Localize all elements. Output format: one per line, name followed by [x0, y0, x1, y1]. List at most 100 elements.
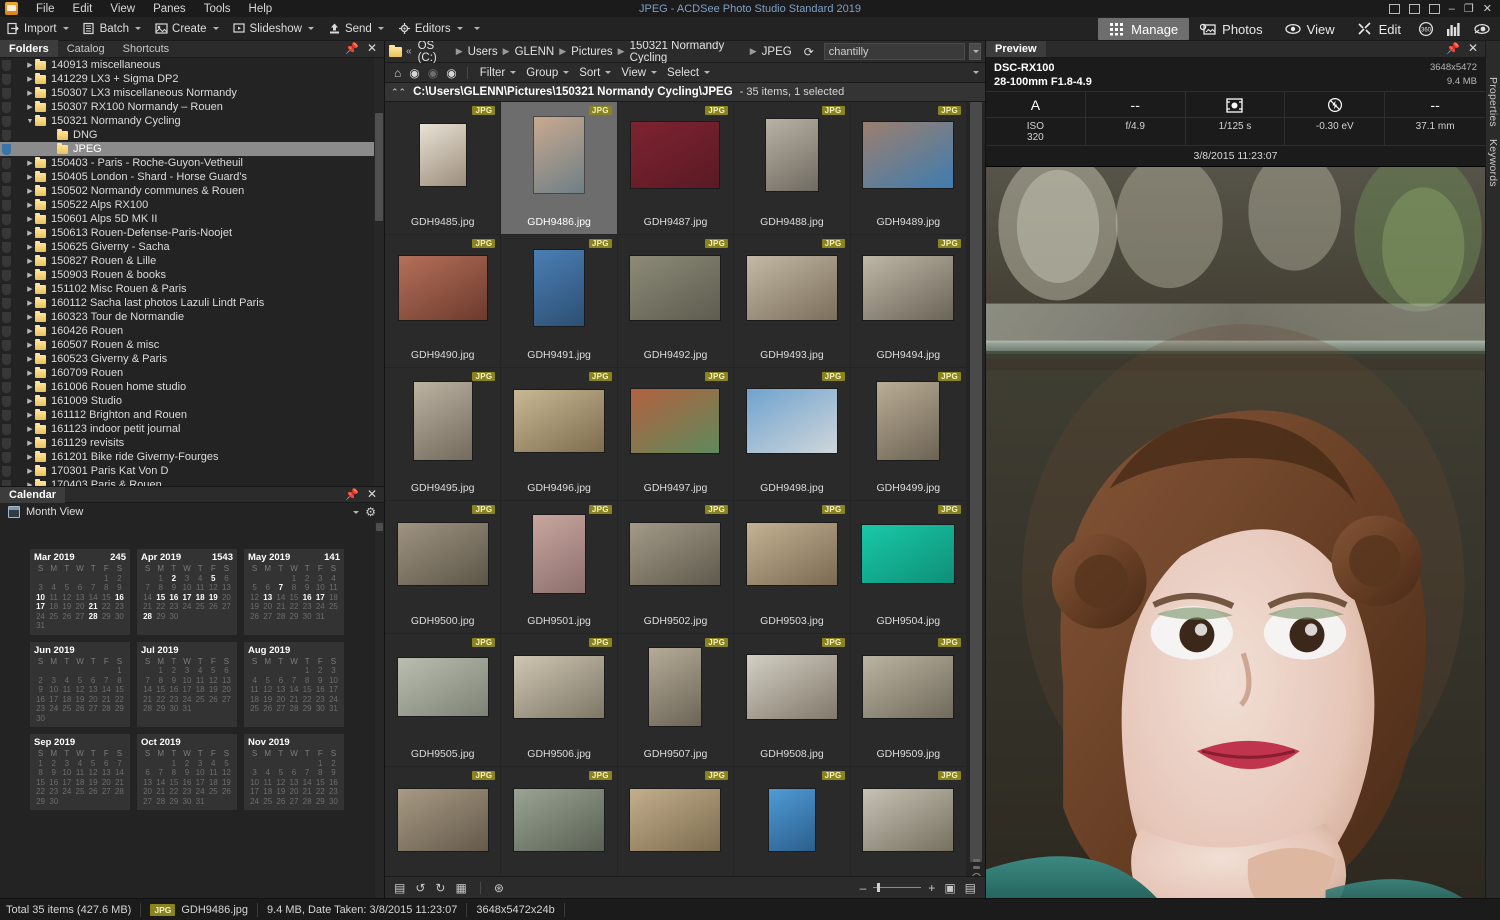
calendar-day[interactable]: 30	[314, 704, 327, 714]
thumbnail-image[interactable]	[628, 243, 722, 333]
thumbnail-cell[interactable]: JPG	[618, 767, 734, 876]
calendar-day[interactable]: 5	[207, 574, 220, 584]
chevron-down-icon[interactable]	[135, 27, 141, 30]
develop-icon[interactable]	[1468, 19, 1496, 39]
chevron-right-icon[interactable]: ▶	[25, 159, 35, 167]
thumbnail-cell[interactable]: JPGGDH9502.jpg	[618, 501, 734, 634]
chevron-right-icon[interactable]: ▶	[25, 229, 35, 237]
tab-preview[interactable]: Preview	[986, 40, 1046, 57]
calendar-day[interactable]: 26	[274, 797, 287, 807]
calendar-day[interactable]: 12	[274, 778, 287, 788]
calendar-day[interactable]: 22	[154, 602, 167, 612]
folder-row[interactable]: ▶150625 Giverny - Sacha	[0, 240, 374, 254]
calendar-day[interactable]: 3	[314, 574, 327, 584]
calendar-day[interactable]: 15	[34, 778, 47, 788]
folder-row[interactable]: ▶160523 Giverny & Paris	[0, 352, 374, 366]
thumbnail-image[interactable]	[396, 376, 490, 466]
close-button[interactable]: ✕	[1483, 2, 1492, 15]
calendar-day[interactable]: 24	[180, 695, 193, 705]
breadcrumb[interactable]: OS (C:)▶Users▶GLENN▶Pictures▶150321 Norm…	[416, 39, 794, 65]
folder-row[interactable]: ▶140913 miscellaneous	[0, 58, 374, 72]
grid-scrollbar-handle[interactable]	[970, 847, 982, 876]
rotate-right-icon[interactable]: ↻	[433, 881, 447, 895]
thumbnail-image[interactable]	[745, 376, 839, 466]
calendar-day[interactable]: 29	[34, 797, 47, 807]
thumbnail-image[interactable]	[861, 243, 955, 333]
calendar-view-caret[interactable]	[353, 511, 359, 514]
calendar-day[interactable]: 18	[47, 602, 60, 612]
calendar-day[interactable]: 27	[274, 704, 287, 714]
calendar-day[interactable]: 13	[141, 778, 154, 788]
calendar-close-icon[interactable]: ✕	[367, 489, 377, 500]
preview-pin-icon[interactable]: 📌	[1446, 42, 1460, 55]
calendar-day[interactable]: 22	[113, 695, 126, 705]
calendar-day[interactable]: 9	[301, 583, 314, 593]
calendar-day[interactable]: 27	[287, 797, 300, 807]
pin-icon[interactable]: 📌	[345, 42, 359, 55]
calendar-day[interactable]: 7	[301, 768, 314, 778]
thumbnail-grid[interactable]: JPGGDH9485.jpgJPGGDH9486.jpgJPGGDH9487.j…	[385, 102, 967, 876]
grid-scrollbar-track[interactable]	[970, 102, 982, 862]
calendar-day[interactable]: 25	[47, 612, 60, 622]
folder-row[interactable]: DNG	[0, 128, 374, 142]
calendar-month[interactable]: Jun 2019SMTWTFS1234567891011121314151617…	[30, 642, 130, 728]
calendar-day[interactable]: 16	[113, 593, 126, 603]
calendar-day[interactable]: 23	[180, 787, 193, 797]
breadcrumb-item[interactable]: 150321 Normandy Cycling	[628, 39, 747, 65]
calendar-view-selector[interactable]: Month View ⚙	[0, 503, 384, 521]
folder-row[interactable]: ▶150522 Alps RX100	[0, 198, 374, 212]
chevron-right-icon[interactable]: ▶	[25, 215, 35, 223]
calendar-day[interactable]: 16	[34, 695, 47, 705]
calendar-day[interactable]: 6	[261, 583, 274, 593]
calendar-day[interactable]: 22	[287, 602, 300, 612]
folder-row[interactable]: ▶150903 Rouen & books	[0, 268, 374, 282]
layout-icon-2[interactable]	[1409, 4, 1420, 14]
menu-edit[interactable]: Edit	[65, 2, 101, 16]
calendar-day[interactable]: 20	[274, 695, 287, 705]
folder-row[interactable]: ▶141229 LX3 + Sigma DP2	[0, 72, 374, 86]
calendar-day[interactable]: 19	[248, 602, 261, 612]
calendar-day[interactable]: 27	[220, 602, 233, 612]
calendar-settings-icon[interactable]: ⚙	[365, 505, 376, 519]
calendar-day[interactable]: 30	[180, 797, 193, 807]
calendar-day[interactable]: 13	[87, 685, 100, 695]
folder-row[interactable]: ▶170403 Paris & Rouen	[0, 478, 374, 486]
calendar-day[interactable]: 13	[73, 593, 86, 603]
calendar-day[interactable]: 12	[248, 593, 261, 603]
calendar-day[interactable]: 25	[327, 602, 340, 612]
calendar-day[interactable]: 16	[301, 593, 314, 603]
calendar-day[interactable]: 24	[194, 787, 207, 797]
calendar-day[interactable]: 28	[113, 787, 126, 797]
view-menu-items[interactable]: FilterGroupSortViewSelect	[475, 66, 715, 80]
folder-row[interactable]: ▶150403 - Paris - Roche-Guyon-Vetheuil	[0, 156, 374, 170]
chevron-right-icon[interactable]: ▶	[25, 61, 35, 69]
thumbnail-image[interactable]	[396, 509, 490, 599]
calendar-day[interactable]: 1	[154, 574, 167, 584]
calendar-day[interactable]: 20	[100, 778, 113, 788]
calendar-day[interactable]: 9	[34, 685, 47, 695]
calendar-day[interactable]: 17	[47, 695, 60, 705]
chevron-right-icon[interactable]: ▶	[25, 453, 35, 461]
calendar-day[interactable]: 22	[301, 695, 314, 705]
thumbnail-image[interactable]	[396, 775, 490, 865]
calendar-day[interactable]: 30	[167, 704, 180, 714]
viewbar-sort-menu[interactable]: Sort	[574, 66, 616, 80]
calendar-day[interactable]: 19	[261, 695, 274, 705]
thumbnail-image[interactable]	[628, 642, 722, 732]
chevron-down-icon[interactable]	[378, 27, 384, 30]
calendar-day[interactable]: 22	[154, 695, 167, 705]
close-icon[interactable]: ✕	[367, 43, 377, 54]
calendar-day[interactable]: 29	[154, 704, 167, 714]
calendar-day[interactable]: 14	[100, 685, 113, 695]
calendar-day[interactable]: 12	[207, 676, 220, 686]
menu-panes[interactable]: Panes	[145, 2, 194, 16]
calendar-day[interactable]: 11	[248, 685, 261, 695]
calendar-day[interactable]: 6	[220, 666, 233, 676]
calendar-scrollbar-thumb[interactable]	[376, 523, 383, 531]
calendar-day[interactable]: 7	[154, 768, 167, 778]
chevron-right-icon[interactable]: ▶	[25, 411, 35, 419]
thumbnail-cell[interactable]: JPGGDH9503.jpg	[734, 501, 850, 634]
thumbnail-image[interactable]	[512, 376, 606, 466]
breadcrumb-item[interactable]: OS (C:)	[416, 39, 453, 65]
calendar-day[interactable]: 23	[113, 602, 126, 612]
